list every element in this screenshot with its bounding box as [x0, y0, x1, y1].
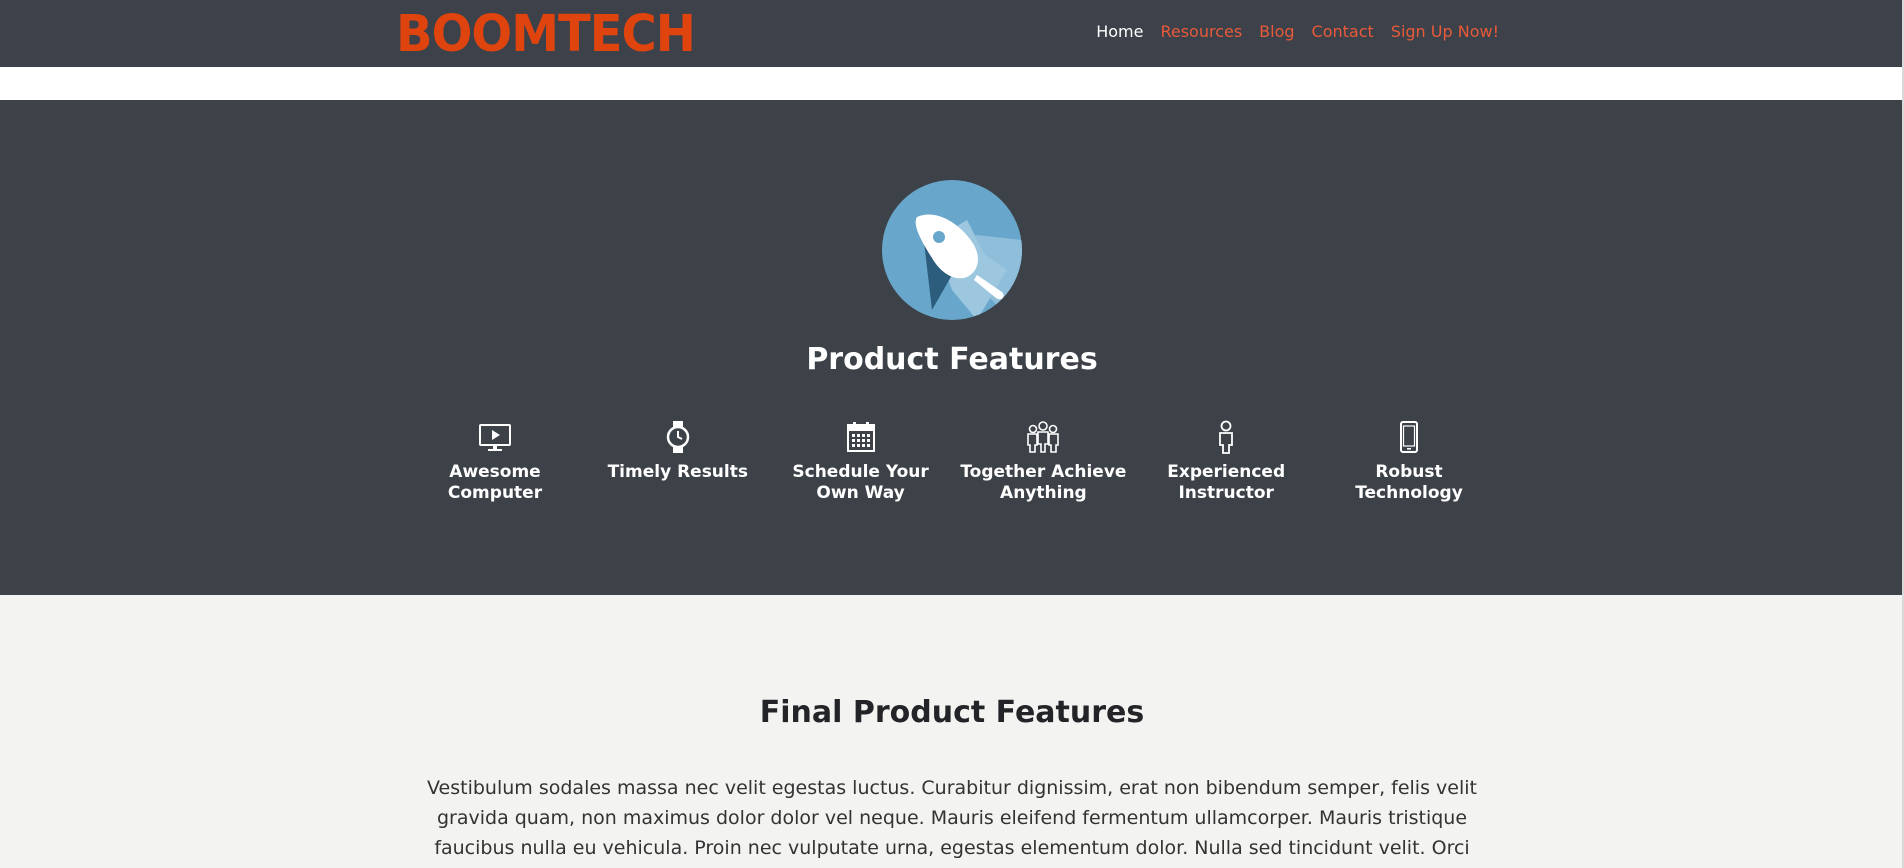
nav-signup-link[interactable]: Sign Up Now! — [1391, 20, 1499, 44]
feature-label: Timely Results — [607, 462, 748, 482]
feature-label: Robust Technology — [1355, 462, 1463, 503]
feature-item: Together Achieve Anything — [958, 420, 1128, 504]
features-title: Product Features — [806, 342, 1098, 377]
feature-item: Experienced Instructor — [1141, 420, 1311, 504]
feature-item: Schedule Your Own Way — [776, 420, 946, 504]
feature-label: Together Achieve Anything — [960, 462, 1127, 503]
nav-blog-link[interactable]: Blog — [1259, 20, 1294, 44]
nav-resources-link[interactable]: Resources — [1160, 20, 1242, 44]
final-features-section: Final Product Features Vestibulum sodale… — [0, 595, 1904, 868]
person-icon — [1219, 420, 1234, 454]
final-features-body: Vestibulum sodales massa nec velit egest… — [427, 777, 1477, 868]
rocket-icon — [882, 180, 1022, 320]
feature-item: Awesome Computer — [410, 420, 580, 504]
feature-list: Awesome Computer Timely Results Schedule… — [410, 420, 1494, 504]
calendar-icon — [846, 422, 875, 452]
monitor-icon — [479, 424, 511, 451]
product-features-section: Product Features Awesome Computer Timely… — [0, 100, 1904, 595]
spacer-strip — [0, 67, 1904, 100]
feature-label: Awesome Computer — [447, 462, 543, 503]
brand-logo[interactable]: BOOMTECH — [396, 5, 696, 64]
main-nav: Home Resources Blog Contact Sign Up Now! — [1096, 20, 1499, 44]
phone-icon — [1399, 421, 1418, 453]
group-icon — [1027, 421, 1060, 453]
feature-item: Timely Results — [593, 420, 763, 504]
watch-icon — [666, 421, 690, 453]
feature-item: Robust Technology — [1324, 420, 1494, 504]
final-features-title: Final Product Features — [759, 695, 1145, 730]
feature-label: Experienced Instructor — [1167, 462, 1286, 503]
feature-label: Schedule Your Own Way — [792, 462, 929, 503]
top-nav-bar: BOOMTECH Home Resources Blog Contact Sig… — [0, 0, 1904, 67]
nav-home-link[interactable]: Home — [1096, 20, 1143, 44]
nav-contact-link[interactable]: Contact — [1312, 20, 1374, 44]
